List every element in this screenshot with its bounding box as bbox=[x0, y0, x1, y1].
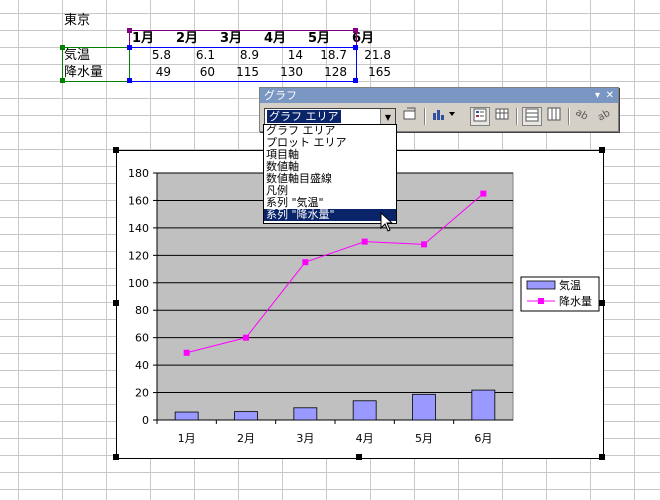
x-tick-label[interactable]: 1月 bbox=[178, 432, 196, 445]
x-tick-label[interactable]: 6月 bbox=[474, 432, 492, 445]
x-tick-label[interactable]: 4月 bbox=[356, 432, 374, 445]
chart-resize-handle[interactable] bbox=[599, 454, 605, 460]
bar-6月[interactable] bbox=[471, 389, 496, 421]
range-handle[interactable] bbox=[60, 78, 65, 83]
x-tick-label[interactable]: 2月 bbox=[237, 432, 255, 445]
y-tick-label[interactable]: 140 bbox=[128, 222, 149, 235]
line-point-4月[interactable] bbox=[361, 238, 368, 245]
chart-resize-handle[interactable] bbox=[113, 147, 119, 153]
chart-resize-handle[interactable] bbox=[356, 454, 362, 460]
format-object-icon[interactable] bbox=[400, 107, 420, 126]
legend-marker-precipitation[interactable] bbox=[538, 298, 544, 304]
legend-swatch-temperature[interactable] bbox=[526, 280, 556, 290]
y-tick-label[interactable]: 60 bbox=[135, 332, 149, 345]
svg-text:ab: ab bbox=[575, 107, 590, 121]
y-tick-label[interactable]: 180 bbox=[128, 167, 149, 180]
dropdown-item[interactable]: 系列 "降水量" bbox=[264, 209, 396, 221]
bar-2月[interactable] bbox=[234, 411, 258, 421]
mouse-pointer-icon bbox=[380, 212, 394, 232]
close-icon[interactable]: ✕ bbox=[606, 88, 614, 103]
y-tick-label[interactable]: 0 bbox=[142, 414, 149, 427]
y-tick-label[interactable]: 40 bbox=[135, 359, 149, 372]
line-point-6月[interactable] bbox=[480, 190, 487, 197]
chart-object-combo-value: グラフ エリア bbox=[267, 110, 341, 123]
chart-resize-handle[interactable] bbox=[599, 300, 605, 306]
y-tick-label[interactable]: 20 bbox=[135, 387, 149, 400]
range-handle[interactable] bbox=[127, 78, 132, 83]
angle-text-up-icon[interactable]: ab bbox=[594, 107, 614, 126]
by-row-icon[interactable] bbox=[522, 107, 542, 126]
column-header-cell[interactable]: 6月 bbox=[352, 30, 394, 47]
line-point-2月[interactable] bbox=[243, 334, 249, 341]
svg-text:ab: ab bbox=[596, 108, 612, 121]
y-tick-label[interactable]: 100 bbox=[128, 277, 149, 290]
toolbar-titlebar[interactable]: グラフ ▾ ✕ bbox=[260, 88, 618, 103]
legend-icon[interactable] bbox=[470, 107, 490, 126]
sheet-title[interactable]: 東京 bbox=[64, 12, 90, 29]
toolbar-menu-icon[interactable]: ▾ bbox=[595, 88, 600, 103]
y-tick-label[interactable]: 120 bbox=[128, 249, 149, 262]
x-tick-label[interactable]: 5月 bbox=[415, 432, 433, 445]
legend-label-temperature[interactable]: 気温 bbox=[559, 278, 581, 292]
toolbar-separator bbox=[424, 108, 426, 125]
chart-resize-handle[interactable] bbox=[113, 300, 119, 306]
range-handle[interactable] bbox=[353, 28, 358, 33]
chart-resize-handle[interactable] bbox=[113, 454, 119, 460]
line-point-3月[interactable] bbox=[302, 259, 309, 266]
range-handle[interactable] bbox=[60, 45, 65, 50]
legend-label-precipitation[interactable]: 降水量 bbox=[559, 294, 592, 308]
chart-resize-handle[interactable] bbox=[599, 147, 605, 153]
range-highlight-labels bbox=[62, 47, 130, 82]
range-handle[interactable] bbox=[353, 45, 358, 50]
by-column-icon[interactable] bbox=[544, 107, 564, 126]
range-highlight-months bbox=[129, 30, 357, 48]
x-tick-label[interactable]: 3月 bbox=[296, 432, 314, 445]
toolbar-title: グラフ bbox=[264, 89, 297, 102]
bar-3月[interactable] bbox=[293, 407, 318, 421]
chart-type-icon[interactable] bbox=[430, 107, 458, 126]
range-handle[interactable] bbox=[127, 28, 132, 33]
toolbar-separator bbox=[516, 108, 518, 125]
range-handle[interactable] bbox=[127, 45, 132, 50]
chart-object-dropdown-list[interactable]: グラフ エリア プロット エリア 項目軸 数値軸 数値軸目盛線 凡例 系列 "気温" 系列 "… bbox=[263, 124, 397, 224]
line-point-1月[interactable] bbox=[183, 349, 190, 356]
bar-1月[interactable] bbox=[174, 411, 199, 421]
y-tick-label[interactable]: 160 bbox=[128, 194, 149, 207]
range-highlight-values bbox=[129, 47, 357, 82]
data-table-icon[interactable] bbox=[492, 107, 512, 126]
y-tick-label[interactable]: 80 bbox=[135, 304, 149, 317]
bar-4月[interactable] bbox=[352, 400, 377, 421]
toolbar-separator bbox=[568, 108, 570, 125]
bar-5月[interactable] bbox=[412, 393, 436, 421]
angle-text-down-icon[interactable]: ab bbox=[573, 107, 593, 126]
range-handle[interactable] bbox=[353, 78, 358, 83]
line-point-5月[interactable] bbox=[421, 241, 427, 248]
